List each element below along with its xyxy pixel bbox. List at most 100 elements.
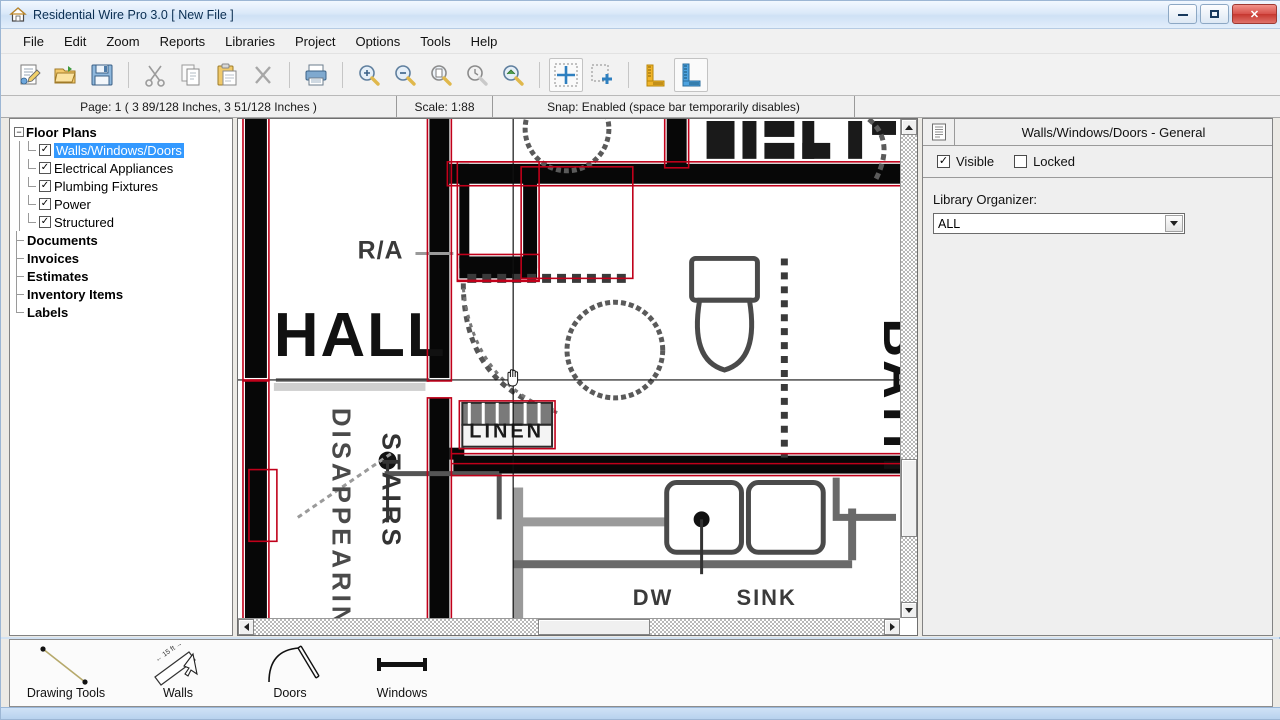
save-disk-icon[interactable] bbox=[85, 58, 119, 92]
scroll-up-arrow-icon[interactable] bbox=[901, 119, 917, 135]
add-selection-icon[interactable] bbox=[585, 58, 619, 92]
tree-item-floor-plans[interactable]: − Floor Plans bbox=[14, 123, 230, 141]
window-symbol-icon bbox=[346, 644, 458, 686]
paste-clipboard-icon[interactable] bbox=[210, 58, 244, 92]
tree-item-electrical-appliances[interactable]: ✓ Electrical Appliances bbox=[14, 159, 230, 177]
tree-guide bbox=[14, 141, 26, 159]
menu-file[interactable]: File bbox=[13, 31, 54, 52]
toolbar-separator bbox=[342, 61, 343, 88]
tree-item-documents[interactable]: Documents bbox=[14, 231, 230, 249]
zoom-previous-icon[interactable] bbox=[460, 58, 494, 92]
locked-checkbox-row[interactable]: Locked bbox=[1014, 154, 1075, 169]
tree-checkbox[interactable]: ✓ bbox=[39, 180, 51, 192]
zoom-page-icon[interactable] bbox=[424, 58, 458, 92]
canvas-horizontal-scrollbar[interactable] bbox=[238, 618, 900, 635]
copy-icon[interactable] bbox=[174, 58, 208, 92]
tree-item-power[interactable]: ✓ Power bbox=[14, 195, 230, 213]
print-icon[interactable] bbox=[299, 58, 333, 92]
tree-guide bbox=[14, 177, 26, 195]
menu-reports[interactable]: Reports bbox=[150, 31, 216, 52]
tree-item-label: Structured bbox=[54, 214, 114, 230]
select-crosshair-icon[interactable] bbox=[549, 57, 583, 92]
floor-plan-canvas-panel[interactable]: HALL BATH LINEN R/A DISAPPEARING STAIRS … bbox=[237, 118, 918, 636]
tool-palette-strip: Drawing Tools ← 15 ft → Walls Doors Wind… bbox=[9, 639, 1273, 707]
toolbar-separator bbox=[628, 61, 629, 88]
window-title: Residential Wire Pro 3.0 [ New File ] bbox=[33, 7, 234, 22]
zoom-out-icon[interactable] bbox=[388, 58, 422, 92]
window-controls: ✕ bbox=[1168, 4, 1277, 24]
tree-checkbox[interactable]: ✓ bbox=[39, 162, 51, 174]
tree-elbow bbox=[14, 231, 27, 249]
menu-options[interactable]: Options bbox=[345, 31, 410, 52]
zoom-in-icon[interactable] bbox=[352, 58, 386, 92]
tree-item-plumbing-fixtures[interactable]: ✓ Plumbing Fixtures bbox=[14, 177, 230, 195]
measure-ruler-blue-icon[interactable] bbox=[674, 57, 708, 92]
palette-item-drawing-tools[interactable]: Drawing Tools bbox=[10, 640, 122, 706]
close-icon: ✕ bbox=[1249, 8, 1260, 21]
minimize-button[interactable] bbox=[1168, 4, 1197, 24]
menu-edit[interactable]: Edit bbox=[54, 31, 96, 52]
room-label-stairs: STAIRS bbox=[377, 433, 405, 550]
palette-label: Walls bbox=[162, 686, 194, 700]
tree-guide bbox=[14, 195, 26, 213]
palette-item-walls[interactable]: ← 15 ft → Walls bbox=[122, 640, 234, 706]
library-organizer-select[interactable]: ALL bbox=[933, 213, 1185, 234]
tree-checkbox[interactable]: ✓ bbox=[39, 216, 51, 228]
scroll-right-arrow-icon[interactable] bbox=[884, 619, 900, 635]
main-body: − Floor Plans ✓ Walls/Windows/Doors ✓ El… bbox=[1, 118, 1280, 637]
canvas-vertical-scrollbar[interactable] bbox=[900, 119, 917, 618]
floor-plan-drawing[interactable]: HALL BATH LINEN R/A DISAPPEARING STAIRS … bbox=[238, 119, 900, 618]
tree-item-estimates[interactable]: Estimates bbox=[14, 267, 230, 285]
close-button[interactable]: ✕ bbox=[1232, 4, 1277, 24]
minimize-icon bbox=[1177, 13, 1188, 16]
visible-checkbox-row[interactable]: ✓ Visible bbox=[937, 154, 994, 169]
visible-checkbox[interactable]: ✓ bbox=[937, 155, 950, 168]
cut-scissors-icon[interactable] bbox=[138, 58, 172, 92]
tree-item-invoices[interactable]: Invoices bbox=[14, 249, 230, 267]
palette-item-windows[interactable]: Windows bbox=[346, 640, 458, 706]
menu-tools[interactable]: Tools bbox=[410, 31, 460, 52]
open-folder-icon[interactable] bbox=[49, 58, 83, 92]
scale-info: Scale: 1:88 bbox=[397, 96, 493, 117]
vscroll-thumb[interactable] bbox=[901, 459, 917, 537]
main-toolbar bbox=[1, 54, 1280, 96]
measure-ruler-yellow-icon[interactable] bbox=[638, 58, 672, 92]
locked-checkbox[interactable] bbox=[1014, 155, 1028, 168]
room-label-dw: DW bbox=[633, 585, 674, 610]
project-tree-panel[interactable]: − Floor Plans ✓ Walls/Windows/Doors ✓ El… bbox=[9, 118, 233, 636]
page-info: Page: 1 ( 3 89/128 Inches, 3 51/128 Inch… bbox=[1, 96, 397, 117]
scroll-left-arrow-icon[interactable] bbox=[238, 619, 254, 635]
tree-item-label: Estimates bbox=[27, 268, 89, 284]
tree-item-structured[interactable]: ✓ Structured bbox=[14, 213, 230, 231]
new-file-icon[interactable] bbox=[13, 58, 47, 92]
tree-elbow bbox=[26, 195, 39, 213]
zoom-selection-icon[interactable] bbox=[496, 58, 530, 92]
palette-item-doors[interactable]: Doors bbox=[234, 640, 346, 706]
tree-item-label: Documents bbox=[27, 232, 98, 248]
chevron-down-icon[interactable] bbox=[1165, 215, 1183, 232]
menu-project[interactable]: Project bbox=[285, 31, 345, 52]
tree-item-walls-windows-doors[interactable]: ✓ Walls/Windows/Doors bbox=[14, 141, 230, 159]
tree-guide bbox=[14, 159, 26, 177]
maximize-button[interactable] bbox=[1200, 4, 1229, 24]
delete-x-icon[interactable] bbox=[246, 58, 280, 92]
tree-item-label: Inventory Items bbox=[27, 286, 124, 302]
tree-item-label: Plumbing Fixtures bbox=[54, 178, 159, 194]
menu-help[interactable]: Help bbox=[461, 31, 508, 52]
floor-plan-viewport[interactable]: HALL BATH LINEN R/A DISAPPEARING STAIRS … bbox=[238, 119, 900, 618]
tree-item-inventory-items[interactable]: Inventory Items bbox=[14, 285, 230, 303]
line-segment-icon bbox=[10, 644, 122, 686]
hscroll-thumb[interactable] bbox=[538, 619, 650, 635]
scroll-down-arrow-icon[interactable] bbox=[901, 602, 917, 618]
menu-zoom[interactable]: Zoom bbox=[96, 31, 149, 52]
tree-item-label: Labels bbox=[27, 304, 69, 320]
toolbar-separator bbox=[289, 61, 290, 88]
properties-body: Library Organizer: ALL bbox=[923, 178, 1272, 234]
tree-item-labels[interactable]: Labels bbox=[14, 303, 230, 321]
list-properties-icon[interactable] bbox=[923, 119, 955, 145]
tree-checkbox[interactable]: ✓ bbox=[39, 144, 51, 156]
tree-elbow bbox=[14, 303, 27, 321]
menu-libraries[interactable]: Libraries bbox=[215, 31, 285, 52]
collapse-expander-icon[interactable]: − bbox=[14, 127, 24, 137]
tree-checkbox[interactable]: ✓ bbox=[39, 198, 51, 210]
